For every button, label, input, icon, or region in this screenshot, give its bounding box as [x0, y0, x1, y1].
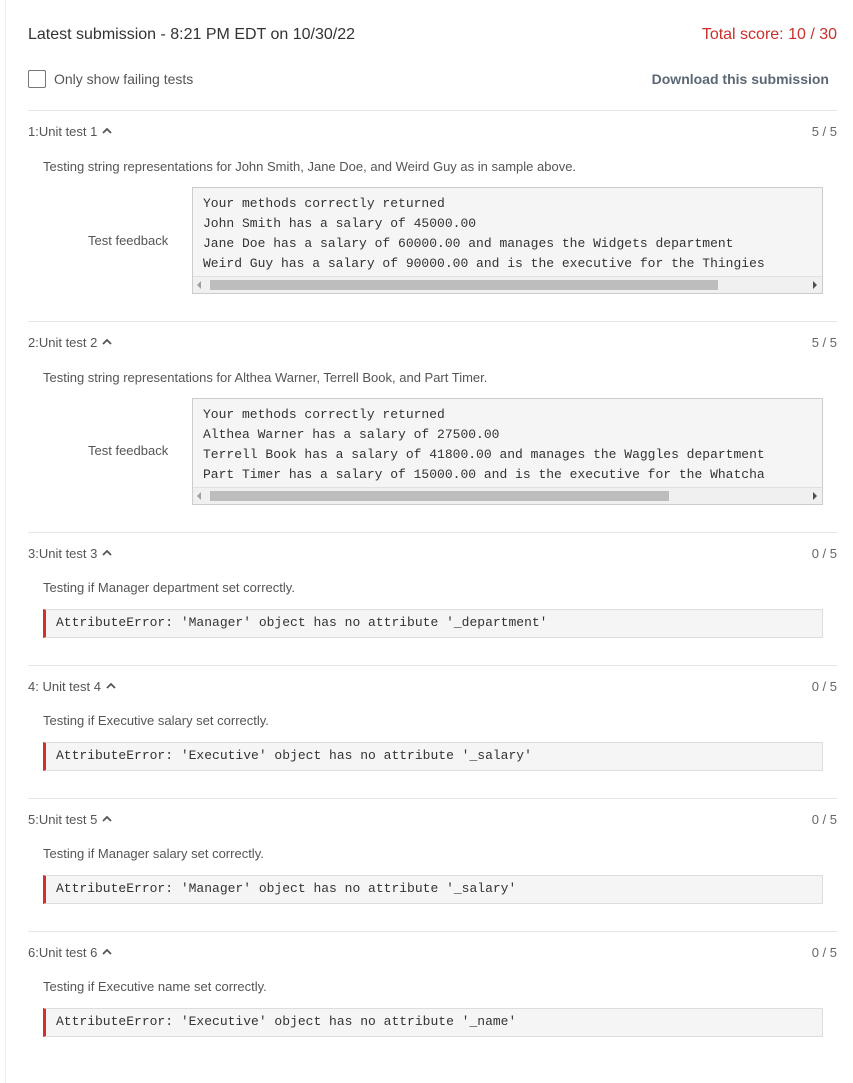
chevron-up-icon[interactable] [101, 125, 113, 137]
submission-header: Latest submission - 8:21 PM EDT on 10/30… [28, 26, 837, 50]
test-name[interactable]: 3:Unit test 3 [28, 546, 113, 561]
submission-panel: Latest submission - 8:21 PM EDT on 10/30… [5, 0, 849, 1083]
test-result: 6:Unit test 6 0 / 5 Testing if Executive… [28, 931, 837, 1065]
failing-tests-checkbox[interactable] [28, 70, 46, 88]
error-message: AttributeError: 'Manager' object has no … [43, 875, 823, 904]
test-name[interactable]: 5:Unit test 5 [28, 812, 113, 827]
test-description: Testing if Executive salary set correctl… [43, 713, 269, 728]
test-feedback-output: Your methods correctly returned John Smi… [203, 196, 765, 271]
scroll-right-arrow-icon[interactable] [813, 281, 817, 289]
error-text: AttributeError: 'Manager' object has no … [56, 881, 517, 896]
test-name[interactable]: 6:Unit test 6 [28, 945, 113, 960]
scroll-right-arrow-icon[interactable] [813, 492, 817, 500]
test-result: 2:Unit test 2 5 / 5 Testing string repre… [28, 321, 837, 533]
error-message: AttributeError: 'Executive' object has n… [43, 1008, 823, 1037]
total-score: Total score: 10 / 30 [701, 26, 837, 43]
test-feedback-box[interactable]: Your methods correctly returned John Smi… [192, 187, 823, 294]
filter-row: Only show failing tests Download this su… [28, 69, 837, 91]
scroll-left-arrow-icon[interactable] [197, 281, 201, 289]
chevron-up-icon[interactable] [101, 547, 113, 559]
test-feedback-box[interactable]: Your methods correctly returned Althea W… [192, 398, 823, 505]
test-description: Testing if Manager department set correc… [43, 580, 295, 595]
failing-tests-label[interactable]: Only show failing tests [54, 71, 193, 87]
test-result: 1:Unit test 1 5 / 5 Testing string repre… [28, 110, 837, 322]
chevron-up-icon[interactable] [101, 336, 113, 348]
latest-submission-text: Latest submission - 8:21 PM EDT on 10/30… [28, 26, 355, 43]
test-score: 0 / 5 [811, 546, 837, 561]
test-header[interactable]: 3:Unit test 3 0 / 5 [28, 546, 837, 564]
scrollbar-thumb[interactable] [210, 491, 669, 501]
test-score: 5 / 5 [811, 335, 837, 350]
test-description: Testing string representations for John … [43, 159, 577, 174]
test-score: 5 / 5 [811, 124, 837, 139]
test-description: Testing string representations for Althe… [43, 370, 488, 385]
test-name[interactable]: 2:Unit test 2 [28, 335, 113, 350]
horizontal-scrollbar[interactable] [193, 276, 822, 293]
error-text: AttributeError: 'Executive' object has n… [56, 1014, 517, 1029]
test-score: 0 / 5 [811, 945, 837, 960]
test-feedback-output: Your methods correctly returned Althea W… [203, 407, 765, 482]
scrollbar-thumb[interactable] [210, 280, 718, 290]
error-message: AttributeError: 'Executive' object has n… [43, 742, 823, 771]
test-description: Testing if Executive name set correctly. [43, 979, 267, 994]
chevron-up-icon[interactable] [105, 680, 117, 692]
scroll-left-arrow-icon[interactable] [197, 492, 201, 500]
chevron-up-icon[interactable] [101, 813, 113, 825]
test-header[interactable]: 4: Unit test 4 0 / 5 [28, 679, 837, 697]
chevron-up-icon[interactable] [101, 946, 113, 958]
test-score: 0 / 5 [811, 812, 837, 827]
test-result: 4: Unit test 4 0 / 5 Testing if Executiv… [28, 665, 837, 799]
test-result: 3:Unit test 3 0 / 5 Testing if Manager d… [28, 532, 837, 666]
test-name[interactable]: 4: Unit test 4 [28, 679, 117, 694]
download-submission-link[interactable]: Download this submission [652, 71, 829, 87]
test-header[interactable]: 5:Unit test 5 0 / 5 [28, 812, 837, 830]
error-message: AttributeError: 'Manager' object has no … [43, 609, 823, 638]
test-feedback-label: Test feedback [88, 443, 169, 458]
horizontal-scrollbar[interactable] [193, 487, 822, 504]
error-text: AttributeError: 'Executive' object has n… [56, 748, 532, 763]
test-feedback-label: Test feedback [88, 233, 169, 248]
test-header[interactable]: 1:Unit test 1 5 / 5 [28, 124, 837, 142]
test-name[interactable]: 1:Unit test 1 [28, 124, 113, 139]
test-header[interactable]: 6:Unit test 6 0 / 5 [28, 945, 837, 963]
test-score: 0 / 5 [811, 679, 837, 694]
test-header[interactable]: 2:Unit test 2 5 / 5 [28, 335, 837, 353]
error-text: AttributeError: 'Manager' object has no … [56, 615, 548, 630]
test-description: Testing if Manager salary set correctly. [43, 846, 264, 861]
test-result: 5:Unit test 5 0 / 5 Testing if Manager s… [28, 798, 837, 932]
